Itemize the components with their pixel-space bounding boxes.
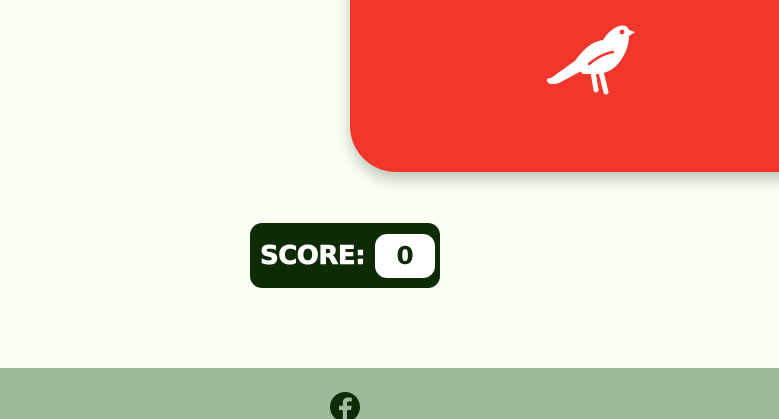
score-value: 0 <box>375 233 436 278</box>
facebook-icon[interactable] <box>329 391 361 419</box>
footer <box>0 368 779 419</box>
score-label: SCORE: <box>260 240 366 271</box>
game-stage: SCORE: 0 <box>0 0 779 419</box>
score-panel: SCORE: 0 <box>250 223 440 288</box>
crow-icon <box>546 25 635 95</box>
